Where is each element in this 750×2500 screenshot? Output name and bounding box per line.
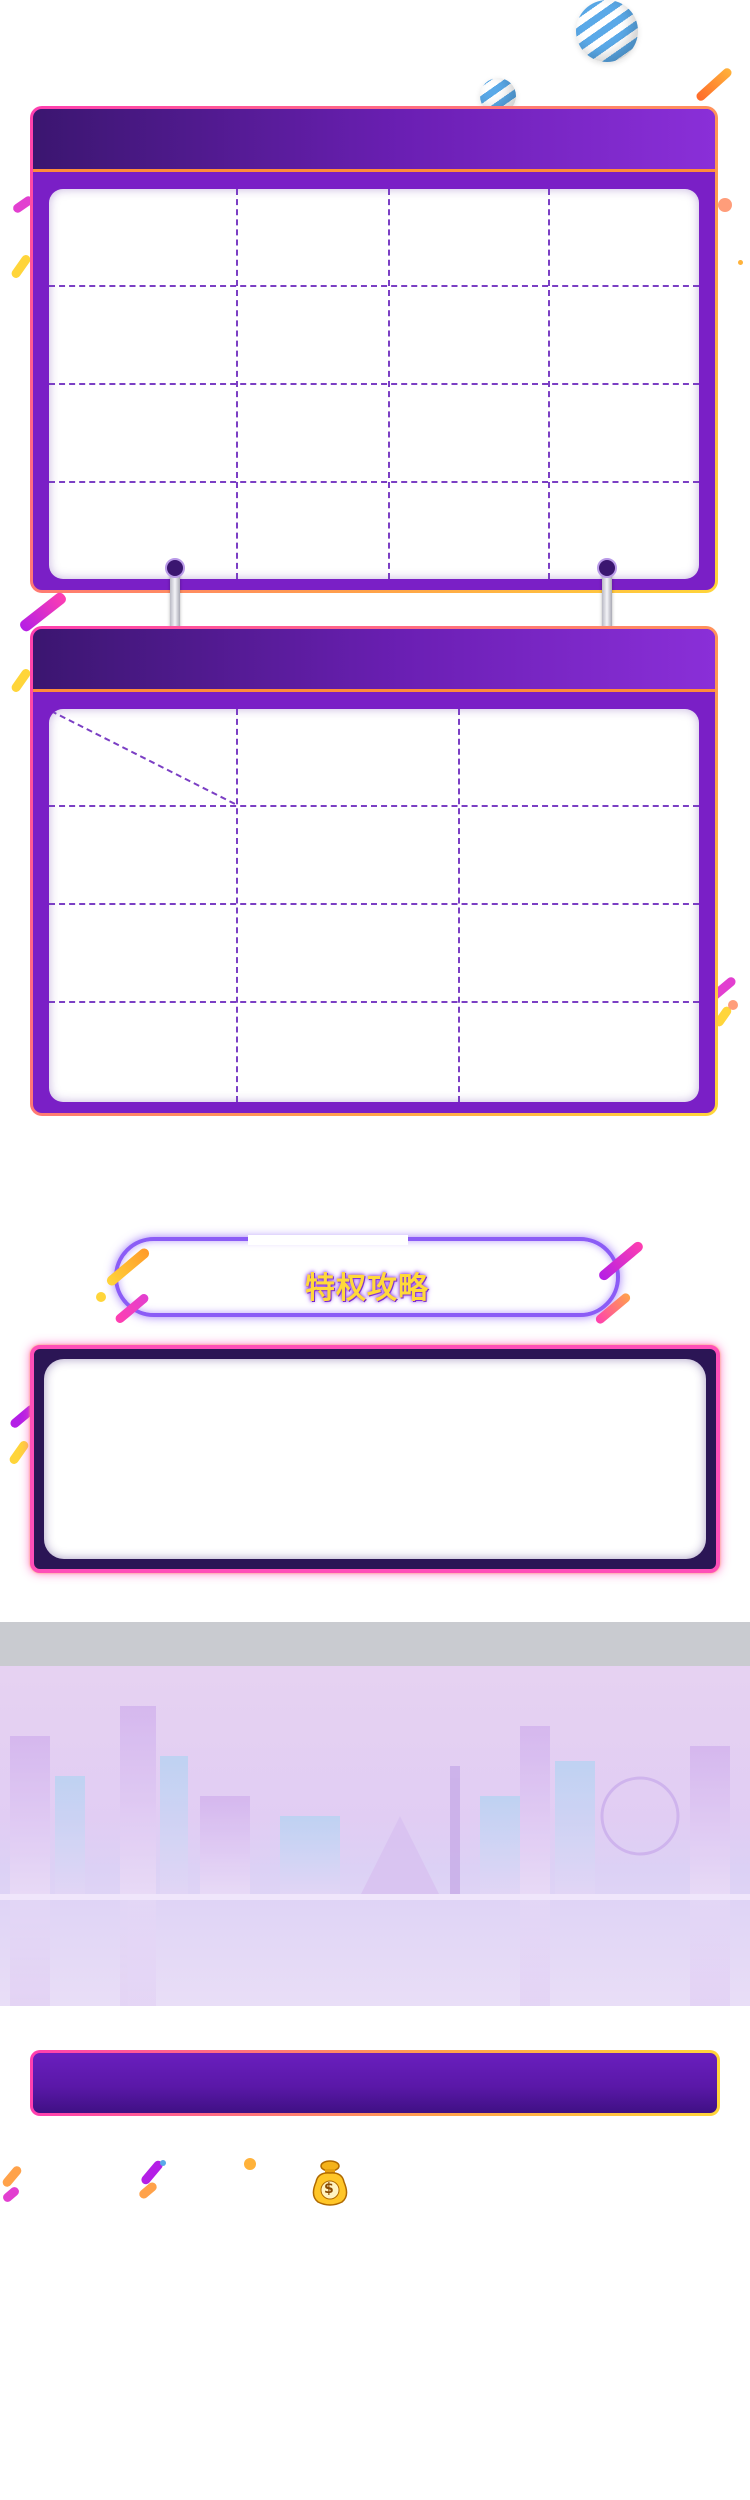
grid-row-divider <box>49 1001 699 1003</box>
money-bag-icon: $ <box>308 2158 352 2208</box>
city-banner-top-strip <box>0 1622 750 1666</box>
grid-table-2 <box>49 709 699 1102</box>
decor-stick <box>9 667 33 694</box>
banner-ring-gap <box>248 1235 408 1245</box>
decor-dot <box>160 2160 166 2166</box>
dollar-sign: $ <box>324 2181 334 2197</box>
decor-dot <box>728 1000 738 1010</box>
decor-stick <box>0 2164 24 2189</box>
grid-column-divider <box>236 709 238 1102</box>
grid-row-divider <box>49 481 699 483</box>
panel-header <box>33 109 715 172</box>
decor-dot <box>244 2158 256 2170</box>
schedule-panel-1 <box>30 106 718 593</box>
grid-row-divider <box>49 805 699 807</box>
schedule-panel-2 <box>30 626 718 1116</box>
section-title-banner: 特权攻略 <box>114 1235 620 1317</box>
content-box-inner <box>44 1359 706 1559</box>
grid-column-divider <box>458 709 460 1102</box>
grid-row-divider <box>49 285 699 287</box>
decor-stick <box>137 2180 159 2201</box>
striped-ball-icon <box>576 0 638 62</box>
binder-ring-cap <box>165 558 185 578</box>
section-title: 特权攻略 <box>305 1272 429 1305</box>
decor-dot <box>718 198 732 212</box>
city-skyline-illustration <box>0 1706 750 2006</box>
decor-stick <box>9 253 33 280</box>
decor-dot <box>738 260 743 265</box>
grid-row-divider <box>49 903 699 905</box>
decor-stick <box>694 66 734 103</box>
binder-ring-cap <box>597 558 617 578</box>
decor-dot <box>96 1292 106 1302</box>
grid-table-1 <box>49 189 699 579</box>
content-box <box>30 1345 720 1573</box>
panel-header <box>33 629 715 692</box>
bottom-header-bar <box>30 2050 720 2116</box>
decor-stick <box>1 2185 21 2204</box>
decor-stick <box>7 1439 31 1466</box>
diagonal-header-line <box>50 710 238 806</box>
grid-row-divider <box>49 383 699 385</box>
city-skyline-image <box>0 1666 750 2006</box>
